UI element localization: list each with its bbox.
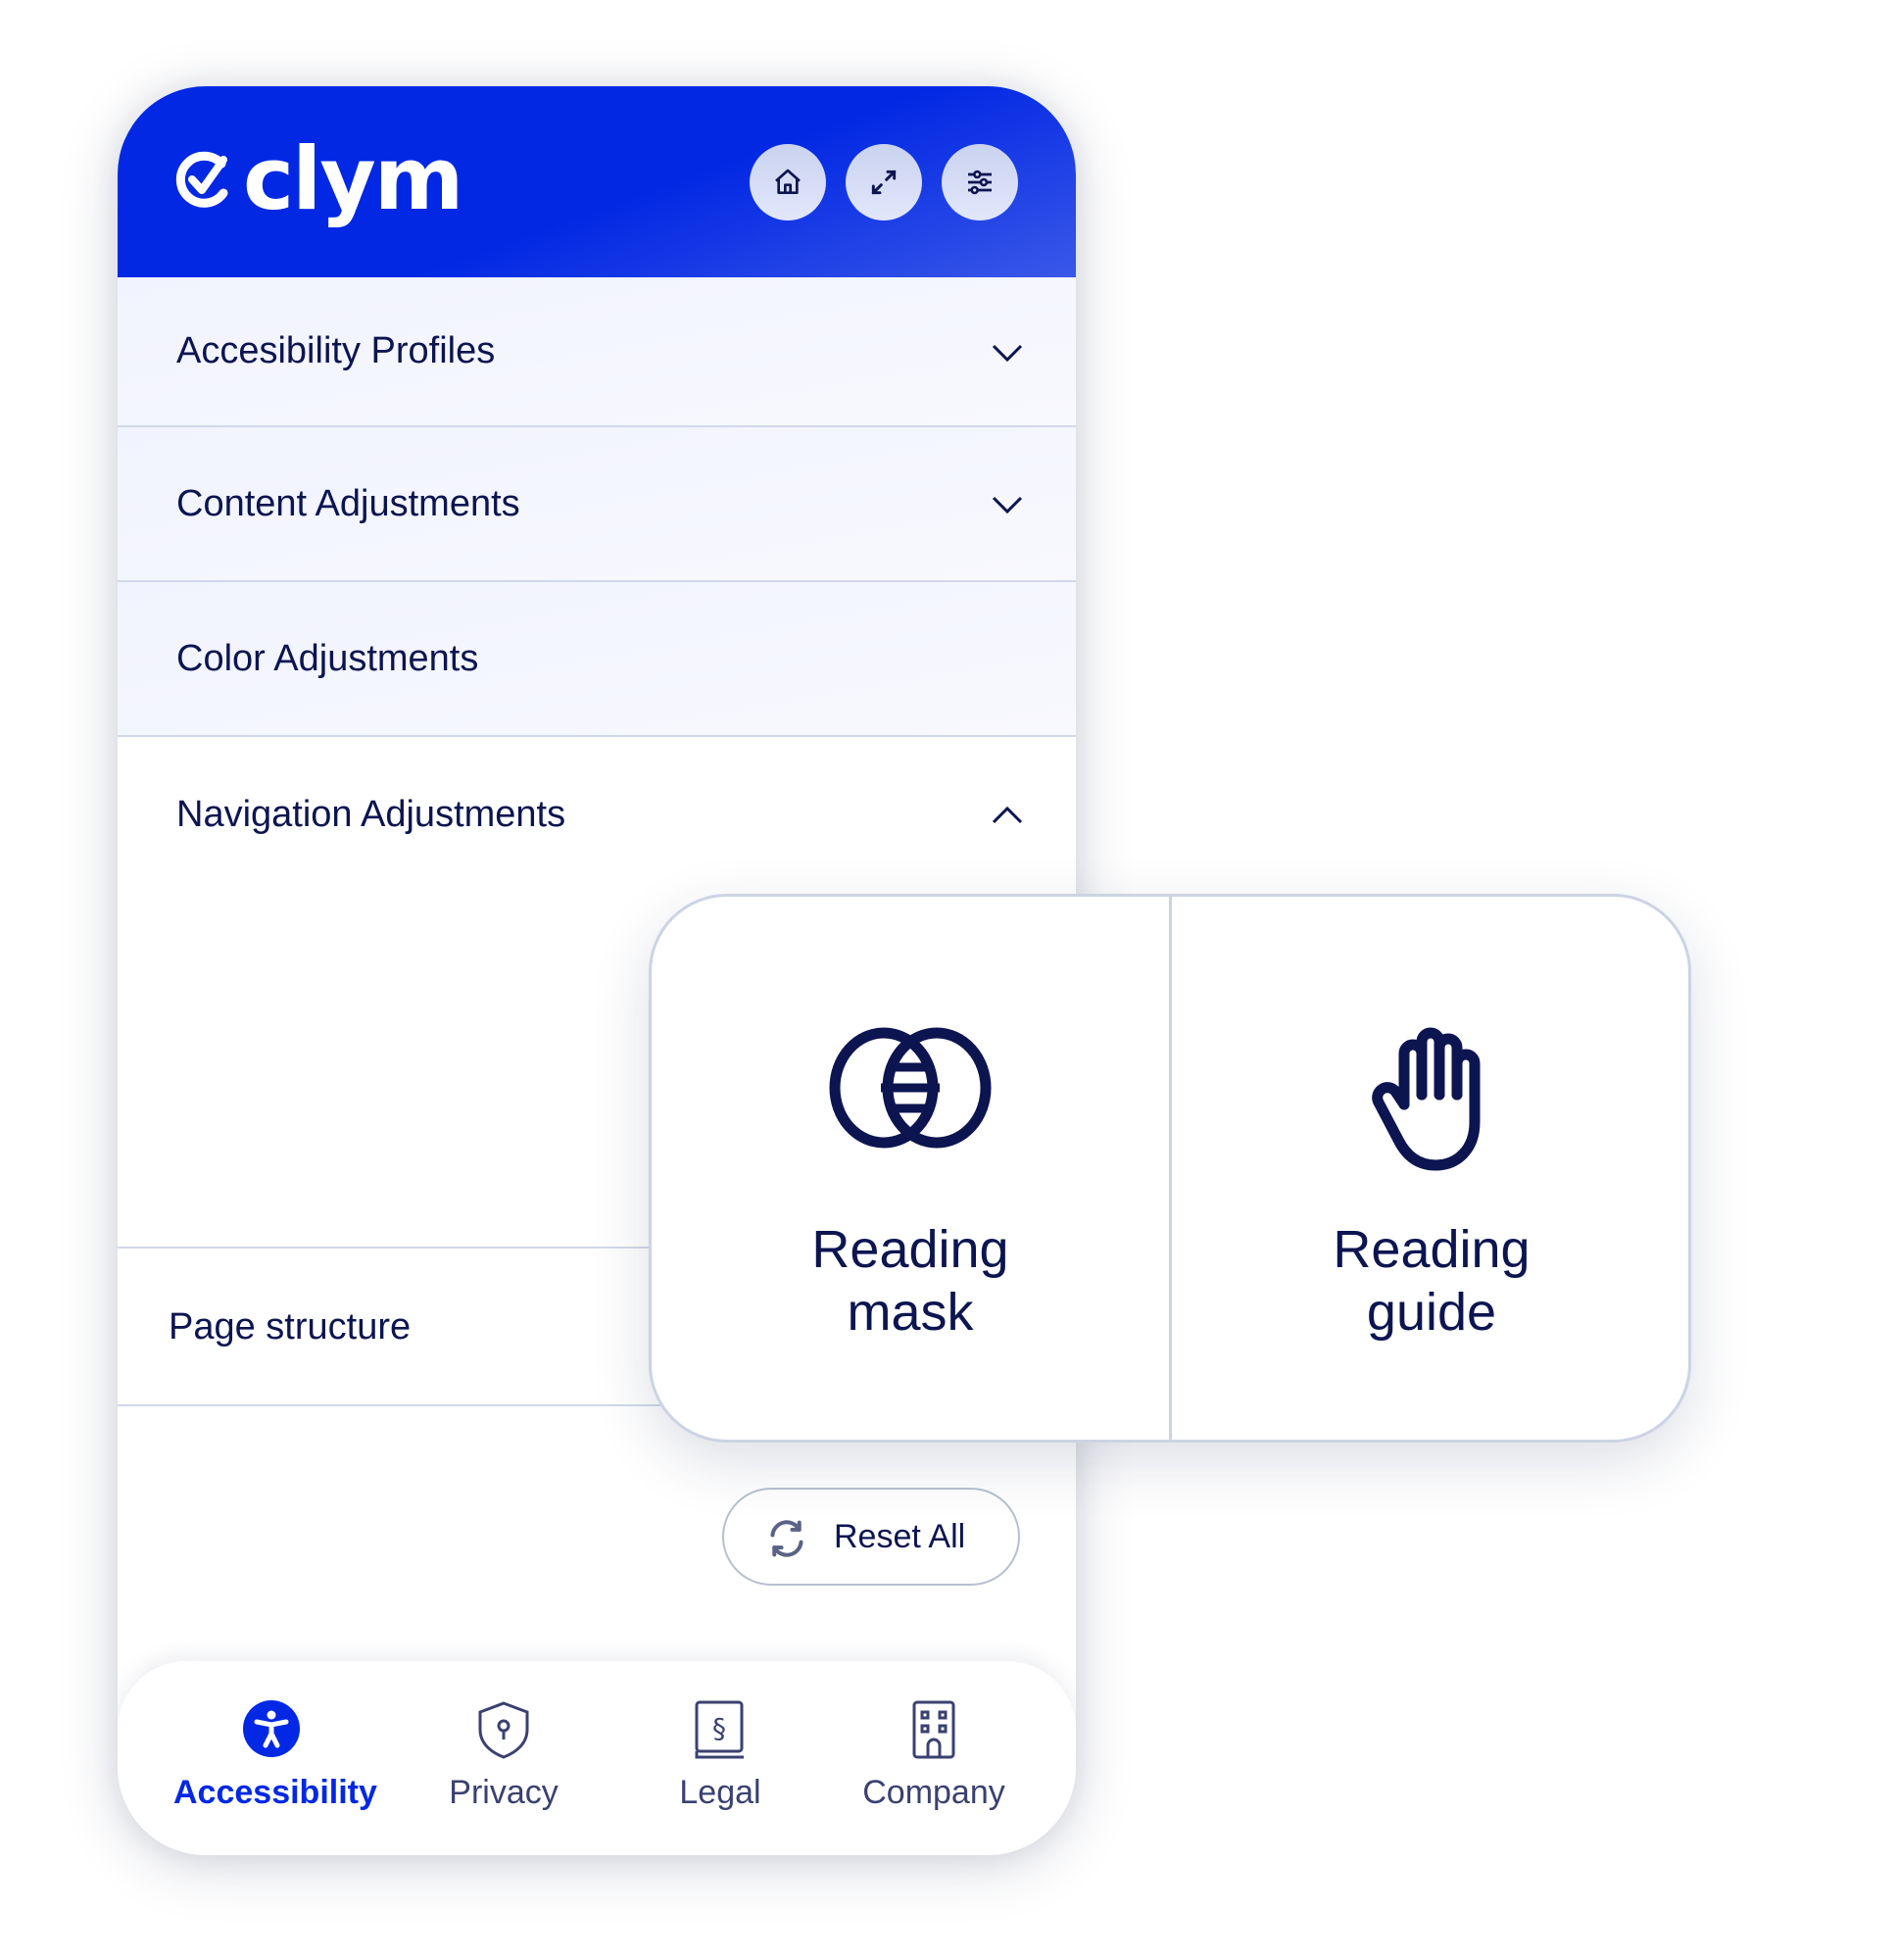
tile-label-line: Reading bbox=[811, 1220, 1009, 1279]
tile-label-line: guide bbox=[1366, 1283, 1497, 1342]
section-label: Content Adjustments bbox=[176, 482, 520, 524]
page-structure-label: Page structure bbox=[169, 1305, 412, 1348]
tab-label: Privacy bbox=[449, 1774, 559, 1811]
tab-label: Company bbox=[862, 1774, 1005, 1811]
tab-label: Accessibility bbox=[173, 1774, 377, 1811]
svg-text:§: § bbox=[712, 1712, 726, 1744]
divider bbox=[118, 1404, 666, 1406]
section-navigation-adjustments[interactable]: Navigation Adjustments bbox=[118, 737, 1076, 892]
expand-icon bbox=[871, 170, 897, 195]
navigation-tools-card: Reading mask Reading guide bbox=[649, 894, 1691, 1443]
reading-mask-tile[interactable]: Reading mask bbox=[652, 897, 1169, 1440]
tab-label: Legal bbox=[679, 1774, 761, 1811]
building-icon bbox=[912, 1700, 955, 1759]
chevron-down-icon bbox=[992, 344, 1023, 362]
tab-company[interactable]: Company bbox=[836, 1661, 1032, 1855]
reset-all-label: Reset All bbox=[834, 1517, 966, 1555]
shield-keyhole-icon bbox=[478, 1701, 529, 1759]
tile-label-line: mask bbox=[847, 1283, 974, 1342]
section-label: Accesibility Profiles bbox=[176, 330, 496, 371]
refresh-icon bbox=[770, 1520, 803, 1557]
clym-logo: clym bbox=[172, 128, 463, 229]
reading-mask-icon bbox=[829, 1027, 992, 1149]
home-icon bbox=[775, 169, 801, 194]
check-circle-logo-icon bbox=[175, 151, 228, 208]
tile-label-line: Reading bbox=[1333, 1220, 1531, 1279]
tab-privacy[interactable]: Privacy bbox=[406, 1661, 602, 1855]
logo-text: clym bbox=[243, 128, 463, 229]
accessibility-icon bbox=[243, 1700, 300, 1757]
reading-guide-tile[interactable]: Reading guide bbox=[1172, 897, 1688, 1440]
tab-accessibility[interactable]: Accessibility bbox=[173, 1661, 377, 1855]
settings-button[interactable] bbox=[942, 144, 1018, 220]
section-label: Color Adjustments bbox=[176, 637, 479, 679]
section-accessibility-profiles[interactable]: Accesibility Profiles bbox=[118, 277, 1076, 427]
section-label: Navigation Adjustments bbox=[176, 793, 566, 835]
legal-book-icon: § bbox=[695, 1700, 744, 1759]
widget-header: clym bbox=[118, 86, 1076, 277]
chevron-up-icon bbox=[992, 806, 1023, 824]
home-button[interactable] bbox=[750, 144, 826, 220]
chevron-down-icon bbox=[992, 496, 1023, 514]
tile-label: Reading mask bbox=[652, 1218, 1169, 1344]
tab-legal[interactable]: § Legal bbox=[622, 1661, 818, 1855]
bottom-navigation: Accessibility Privacy § Legal Company bbox=[118, 1661, 1076, 1855]
tile-label: Reading guide bbox=[1172, 1218, 1688, 1344]
hand-icon bbox=[1372, 1027, 1481, 1171]
expand-button[interactable] bbox=[846, 144, 922, 220]
sliders-icon bbox=[968, 170, 992, 195]
reset-all-button[interactable]: Reset All bbox=[722, 1488, 1020, 1586]
section-content-adjustments[interactable]: Content Adjustments bbox=[118, 427, 1076, 582]
section-color-adjustments[interactable]: Color Adjustments bbox=[118, 582, 1076, 737]
